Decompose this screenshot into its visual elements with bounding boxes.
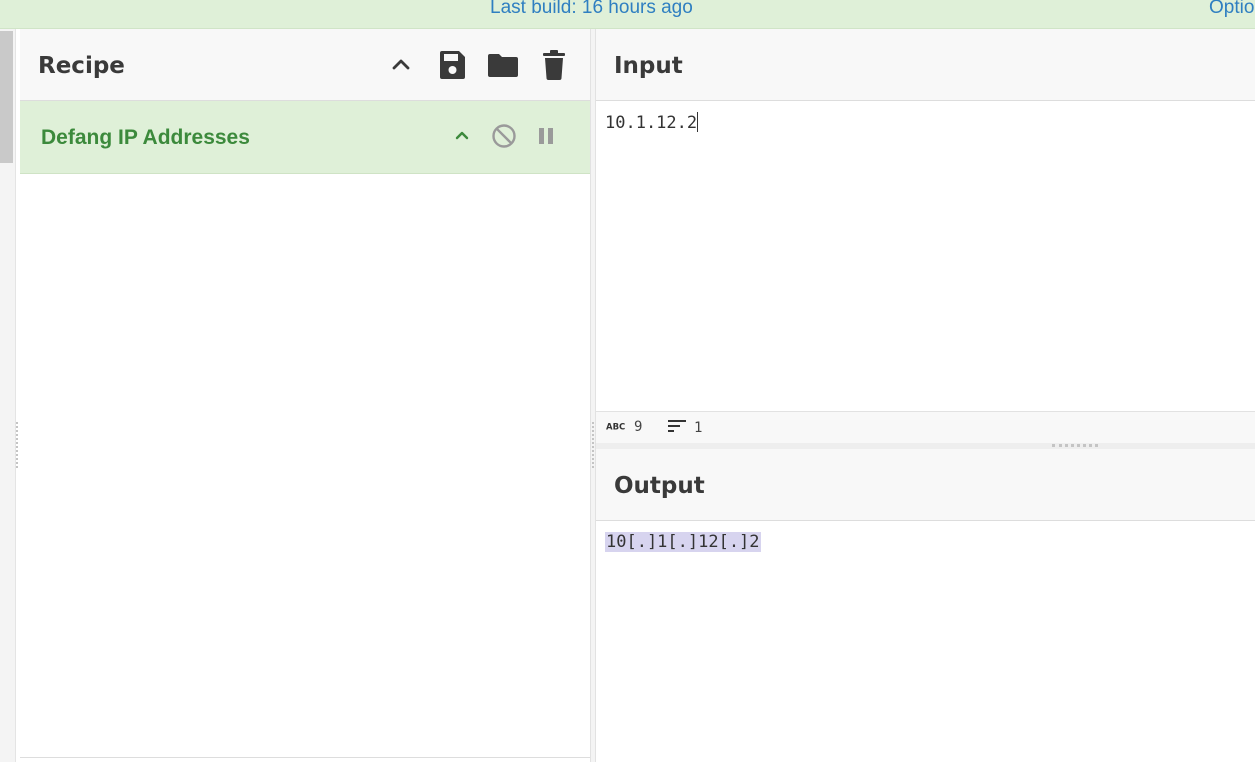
char-count-value: 9: [634, 419, 643, 435]
operation-defang-ip-addresses[interactable]: Defang IP Addresses: [20, 101, 590, 174]
input-header: Input: [596, 29, 1255, 101]
output-text[interactable]: 10[.]1[.]12[.]2: [605, 532, 761, 552]
input-title: Input: [614, 53, 683, 79]
output-panel: Output 10[.]1[.]12[.]2: [596, 449, 1255, 762]
recipe-panel: Recipe Defang IP Addresses: [20, 29, 590, 758]
trash-icon[interactable]: [538, 49, 570, 81]
input-panel: Input 10.1.12.2: [596, 29, 1255, 411]
chevron-up-icon[interactable]: [385, 49, 417, 81]
save-icon[interactable]: [436, 49, 468, 81]
operations-panel-scrollbar[interactable]: [0, 29, 16, 762]
lines-icon: [668, 419, 686, 437]
input-textarea[interactable]: 10.1.12.2: [605, 112, 699, 133]
abc-icon: ABC: [606, 419, 626, 435]
operation-name: Defang IP Addresses: [41, 126, 250, 149]
char-count: ABC 9: [606, 419, 642, 435]
last-build-text: Last build: 16 hours ago: [490, 0, 693, 18]
output-title: Output: [614, 473, 705, 499]
recipe-title: Recipe: [38, 53, 125, 79]
folder-icon[interactable]: [487, 49, 519, 81]
recipe-header: Recipe: [20, 29, 590, 101]
chevron-up-icon[interactable]: [447, 121, 477, 151]
svg-text:ABC: ABC: [606, 423, 625, 432]
line-count-value: 1: [694, 420, 703, 436]
options-link[interactable]: Optio: [1209, 0, 1254, 19]
scrollbar-thumb[interactable]: [0, 31, 13, 163]
line-count: 1: [668, 419, 702, 437]
disable-icon[interactable]: [489, 121, 519, 151]
output-header: Output: [596, 449, 1255, 521]
text-caret: [697, 112, 699, 132]
top-banner: Last build: 16 hours ago Optio: [0, 0, 1255, 29]
input-value: 10.1.12.2: [605, 113, 698, 133]
input-status-bar: ABC 9 1: [596, 411, 1255, 444]
resize-handle-horizontal[interactable]: [1052, 444, 1098, 447]
pause-icon[interactable]: [531, 121, 561, 151]
